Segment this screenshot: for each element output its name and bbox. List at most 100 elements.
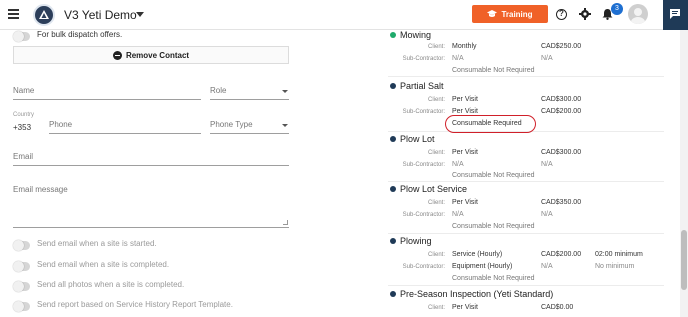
status-dot [390,291,396,297]
client-label: Client: [427,150,445,156]
service-title: Plow Lot [390,134,435,144]
training-button[interactable]: Training [472,5,548,23]
service-name: Partial Salt [400,81,444,91]
sub-rate: N/A [452,55,464,62]
email-placeholder: Email [13,152,34,161]
resize-handle-icon[interactable] [283,220,288,225]
status-dot [390,136,396,142]
service-name: Plowing [400,236,432,246]
consumable-status: Consumable Not Required [452,67,535,74]
sub-label: Sub-Contractor: [402,212,445,218]
client-label: Client: [427,44,445,50]
toggle-site-completed[interactable] [13,261,30,272]
service-item-mowing[interactable]: Mowing Client: Monthly CAD$250.00 Sub-Co… [388,30,664,77]
bulk-dispatch-toggle[interactable] [13,31,30,42]
company-logo[interactable] [33,4,55,26]
toggle-send-report-label: Send report based on Service History Rep… [37,300,233,309]
phone-type-placeholder: Phone Type [210,120,253,129]
sub-label: Sub-Contractor: [402,264,445,270]
client-price: CAD$300.00 [541,149,582,156]
sub-label: Sub-Contractor: [402,109,445,115]
client-label: Client: [427,97,445,103]
name-field[interactable]: Name [13,84,201,100]
phone-placeholder: Phone [49,120,73,129]
consumable-status: Consumable Not Required [452,223,535,230]
remove-contact-label: Remove Contact [125,50,190,60]
client-rate: Per Visit [452,304,478,311]
client-rate: Per Visit [452,96,478,103]
gear-icon[interactable] [579,8,591,20]
contact-form: For bulk dispatch offers. Remove Contact… [0,30,300,317]
name-placeholder: Name [13,86,35,95]
bulk-dispatch-label: For bulk dispatch offers. [37,30,123,39]
country-label: Country [13,112,35,118]
service-item-plow-lot[interactable]: Plow Lot Client: Per Visit CAD$300.00 Su… [388,132,664,182]
minus-circle-icon [112,50,122,60]
service-item-pre-season-inspection[interactable]: Pre-Season Inspection (Yeti Standard) Cl… [388,286,664,317]
toggle-site-started-label: Send email when a site is started. [37,239,157,248]
service-title: Plow Lot Service [390,184,467,194]
client-rate: Service (Hourly) [452,251,503,258]
chevron-down-icon [282,124,288,127]
consumable-required-highlight [445,115,536,133]
service-name: Mowing [400,30,432,40]
sub-rate: N/A [452,211,464,218]
client-price: CAD$350.00 [541,199,582,206]
notification-badge: 3 [611,3,623,15]
sub-rate: N/A [452,161,464,168]
sub-rate: Equipment (Hourly) [452,263,513,270]
client-price: CAD$250.00 [541,43,582,50]
chat-icon [670,9,680,19]
toggle-send-photos[interactable] [13,281,30,292]
sub-price: N/A [541,211,553,218]
country-code-select[interactable]: +353 [13,123,31,132]
client-price: CAD$0.00 [541,304,574,311]
service-title: Partial Salt [390,81,444,91]
service-name: Pre-Season Inspection (Yeti Standard) [400,289,554,299]
toggle-send-photos-label: Send all photos when a site is completed… [37,280,185,289]
service-title: Pre-Season Inspection (Yeti Standard) [390,289,553,299]
scrollbar[interactable] [680,30,688,317]
client-rate: Monthly [452,43,477,50]
phone-type-select[interactable]: Phone Type [210,116,289,134]
client-minimum: 02:00 minimum [595,251,643,258]
menu-icon[interactable] [8,9,19,19]
phone-field[interactable]: Phone [49,116,201,134]
service-title: Plowing [390,236,432,246]
client-label: Client: [427,305,445,311]
client-rate: Per Visit [452,149,478,156]
client-price: CAD$200.00 [541,251,582,258]
consumable-status: Consumable Not Required [452,172,535,179]
sub-price: N/A [541,55,553,62]
toggle-send-report[interactable] [13,301,30,312]
help-icon[interactable]: ? [556,9,567,20]
avatar[interactable] [628,4,648,24]
sub-price: N/A [541,161,553,168]
app-title[interactable]: V3 Yeti Demo [64,8,137,22]
sub-price: CAD$200.00 [541,108,582,115]
consumable-status: Consumable Not Required [452,275,535,282]
chevron-down-icon[interactable] [136,12,144,17]
scrollbar-thumb[interactable] [681,230,687,290]
service-item-plow-lot-service[interactable]: Plow Lot Service Client: Per Visit CAD$3… [388,182,664,234]
service-name: Plow Lot [400,134,435,144]
status-dot [390,83,396,89]
service-item-plowing[interactable]: Plowing Client: Service (Hourly) CAD$200… [388,234,664,286]
sub-label: Sub-Contractor: [402,162,445,168]
sub-label: Sub-Contractor: [402,56,445,62]
status-dot [390,238,396,244]
role-select[interactable]: Role [210,84,289,100]
chevron-down-icon [282,90,288,93]
service-title: Mowing [390,30,431,40]
role-placeholder: Role [210,86,227,95]
email-message-placeholder: Email message [13,185,68,194]
toggle-site-started[interactable] [13,240,30,251]
remove-contact-button[interactable]: Remove Contact [13,46,289,64]
service-name: Plow Lot Service [400,184,468,194]
client-price: CAD$300.00 [541,96,582,103]
email-message-textarea[interactable]: Email message [13,180,289,228]
top-bar: V3 Yeti Demo Training ? 3 [0,0,688,30]
chat-button[interactable] [663,0,688,30]
status-dot [390,32,396,38]
email-field[interactable]: Email [13,148,289,166]
